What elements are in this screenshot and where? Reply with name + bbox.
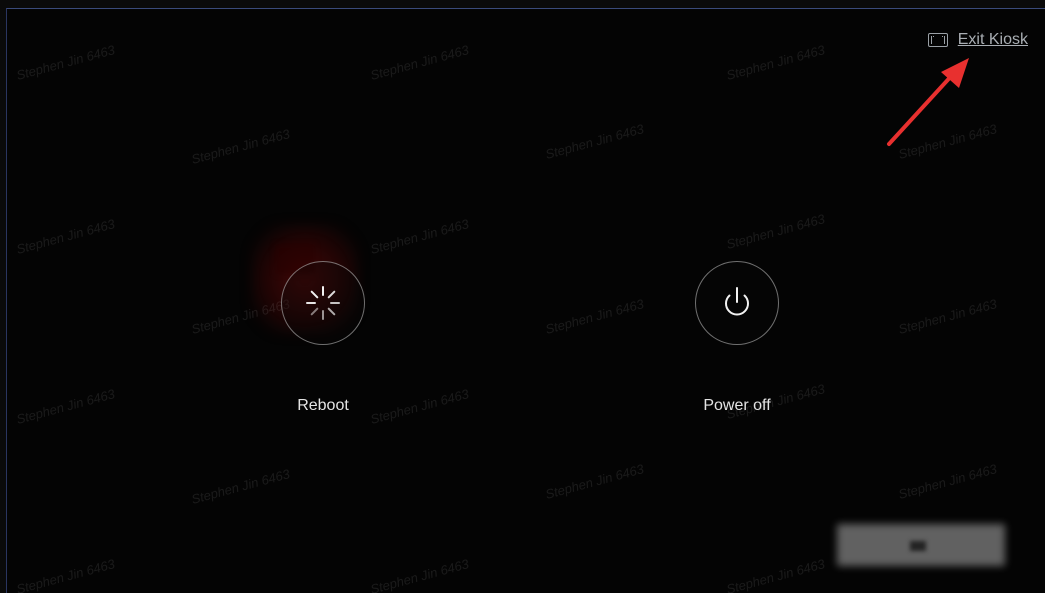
exit-kiosk-label: Exit Kiosk — [957, 31, 1028, 48]
power-icon — [725, 287, 749, 316]
watermark: Stephen Jin 6463 — [724, 211, 827, 252]
power-off-button[interactable]: Power off — [672, 261, 802, 415]
power-off-circle[interactable] — [695, 261, 779, 345]
watermark: Stephen Jin 6463 — [543, 121, 646, 162]
watermark: Stephen Jin 6463 — [368, 42, 471, 83]
watermark: Stephen Jin 6463 — [14, 42, 117, 83]
watermark: Stephen Jin 6463 — [14, 386, 117, 427]
watermark: Stephen Jin 6463 — [14, 556, 117, 593]
power-off-label: Power off — [703, 397, 771, 414]
watermark: Stephen Jin 6463 — [724, 556, 827, 593]
reboot-circle[interactable] — [281, 261, 365, 345]
kiosk-power-menu-screen: Stephen Jin 6463 Stephen Jin 6463 Stephe… — [6, 8, 1045, 593]
watermark: Stephen Jin 6463 — [543, 296, 646, 337]
watermark: Stephen Jin 6463 — [896, 296, 999, 337]
blurred-background-gray-detail — [910, 541, 926, 551]
watermark: Stephen Jin 6463 — [368, 216, 471, 257]
watermark: Stephen Jin 6463 — [14, 216, 117, 257]
reboot-button[interactable]: Reboot — [258, 261, 388, 415]
spinner-icon — [306, 286, 340, 320]
annotation-arrow-icon — [887, 58, 969, 146]
watermark: Stephen Jin 6463 — [543, 461, 646, 502]
exit-kiosk-link[interactable]: Exit Kiosk — [927, 31, 1028, 49]
watermark: Stephen Jin 6463 — [189, 466, 292, 507]
watermark: Stephen Jin 6463 — [189, 126, 292, 167]
filmstrip-icon — [927, 33, 948, 47]
reboot-label: Reboot — [297, 397, 349, 414]
watermark: Stephen Jin 6463 — [724, 42, 827, 83]
watermark: Stephen Jin 6463 — [896, 461, 999, 502]
watermark: Stephen Jin 6463 — [368, 556, 471, 593]
